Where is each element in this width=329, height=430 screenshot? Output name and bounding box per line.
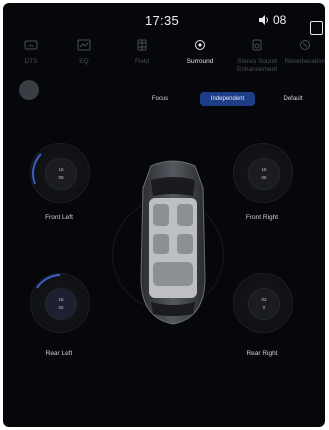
speaker-rear-left[interactable]: 16 02 <box>30 273 90 333</box>
rear-left-label: Rear Left <box>45 350 73 357</box>
car-icon <box>140 160 206 325</box>
rear-right-label: Rear Right <box>246 350 278 357</box>
speaker-front-left[interactable]: 16 08 <box>30 143 90 203</box>
status-indicators: 08 <box>258 13 286 27</box>
mode-independent[interactable]: Independent <box>200 92 255 106</box>
speaker-knob: 16 02 <box>45 288 77 320</box>
stereo-icon <box>252 39 262 51</box>
volume-icon <box>258 14 270 26</box>
tab-surround[interactable]: Surround <box>175 39 225 66</box>
dts-icon: dts <box>24 40 38 50</box>
speaker-front-right[interactable]: 16 05 <box>233 143 293 203</box>
eq-icon <box>77 39 91 51</box>
speaker-knob: 16 08 <box>45 158 77 190</box>
tab-eq[interactable]: EQ <box>59 39 109 66</box>
status-bar: 17:35 08 <box>3 11 325 35</box>
speaker-rear-right[interactable]: 02 0 <box>233 273 293 333</box>
surround-settings-screen: 17:35 08 dts DTS EQ Field Surround Stere… <box>3 3 325 427</box>
tab-dts[interactable]: dts DTS <box>6 39 56 66</box>
speaker-knob: 02 0 <box>248 288 280 320</box>
tab-reverberation[interactable]: Reverberation <box>279 39 325 66</box>
speaker-knob: 16 05 <box>248 158 280 190</box>
surround-icon <box>195 40 205 50</box>
car-top-view <box>137 158 209 328</box>
tab-stereo-sound-enhancement[interactable]: Stereo Sound Enhancement <box>229 39 285 74</box>
tab-bar: dts DTS EQ Field Surround Stereo Sound E… <box>3 39 325 79</box>
svg-text:dts: dts <box>28 43 33 48</box>
tab-field[interactable]: Field <box>117 39 167 66</box>
clock: 17:35 <box>145 13 180 28</box>
reverb-icon <box>300 40 310 50</box>
front-right-label: Front Right <box>245 214 279 221</box>
window-icon[interactable] <box>310 21 323 35</box>
front-left-label: Front Left <box>45 214 73 221</box>
mode-focus[interactable]: Focus <box>139 92 181 106</box>
floating-handle[interactable] <box>19 80 39 100</box>
status-number: 08 <box>273 13 287 27</box>
mode-default[interactable]: Default <box>271 92 315 106</box>
field-icon <box>137 39 147 51</box>
